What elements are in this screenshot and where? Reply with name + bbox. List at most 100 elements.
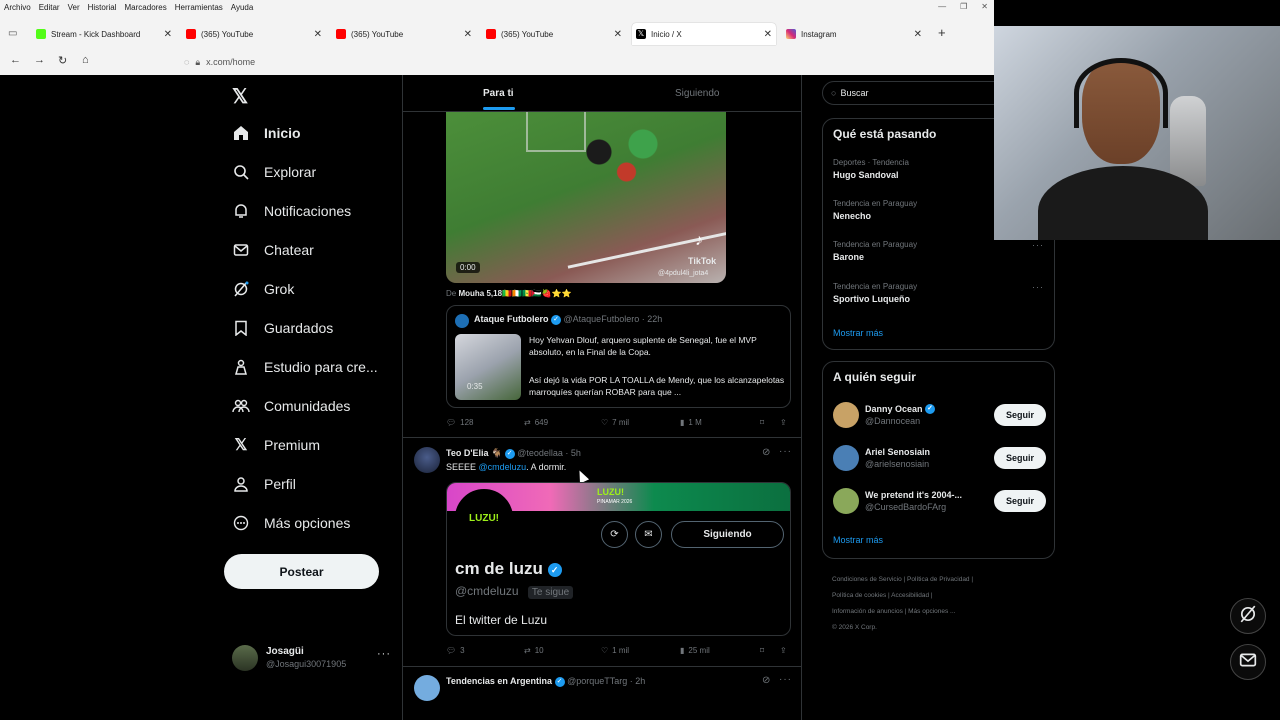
menu-ver[interactable]: Ver: [68, 3, 80, 12]
footer-link[interactable]: Condiciones de Servicio: [832, 576, 902, 583]
reply-button[interactable]: 💬︎ 3: [446, 646, 465, 655]
like-button[interactable]: ♡ 7 mil: [601, 418, 629, 427]
post-avatar[interactable]: [414, 447, 440, 473]
trend-item[interactable]: Deportes · Tendencia Hugo Sandoval: [833, 158, 909, 180]
tab-youtube-3[interactable]: (365) YouTube ✕: [482, 23, 626, 45]
menu-archivo[interactable]: Archivo: [4, 3, 31, 12]
post-author[interactable]: Tendencias en Argentina: [446, 676, 552, 686]
close-tab-icon[interactable]: ✕: [614, 29, 622, 40]
more-icon[interactable]: ···: [1032, 240, 1044, 250]
who-show-more-link[interactable]: Mostrar más: [833, 535, 883, 545]
nav-premium[interactable]: 𝕏 Premium: [232, 436, 320, 454]
tab-instagram[interactable]: Instagram ✕: [782, 23, 926, 45]
video-player[interactable]: 0:00 ♪ TikTok @4pdul4li_jota4: [446, 112, 726, 283]
post-time[interactable]: · 5h: [565, 448, 581, 458]
nav-comunidades[interactable]: Comunidades: [232, 397, 350, 415]
tab-youtube-1[interactable]: (365) YouTube ✕: [182, 23, 326, 45]
views-button[interactable]: ▮ 1 M: [680, 418, 702, 427]
bookmark-button[interactable]: ⌑: [760, 418, 764, 427]
share-button[interactable]: ⇪: [780, 418, 787, 427]
close-tab-icon[interactable]: ✕: [314, 29, 322, 40]
footer-link[interactable]: Política de Privacidad: [907, 576, 970, 583]
share-button[interactable]: ⇪: [780, 646, 787, 655]
close-tab-icon[interactable]: ✕: [164, 29, 172, 40]
more-icon[interactable]: ···: [779, 674, 792, 685]
tab-x-home[interactable]: 𝕏 Inicio / X ✕: [632, 23, 776, 45]
nav-perfil[interactable]: Perfil: [232, 475, 296, 493]
close-tab-icon[interactable]: ✕: [914, 29, 922, 40]
nav-mas-opciones[interactable]: Más opciones: [232, 514, 350, 532]
trend-item[interactable]: Tendencia en Paraguay Sportivo Luqueño: [833, 282, 917, 304]
message-button[interactable]: ✉: [635, 521, 662, 548]
post-author[interactable]: Teo D'Elia 🐐: [446, 448, 502, 458]
footer-link[interactable]: Política de cookies: [832, 592, 886, 599]
menu-editar[interactable]: Editar: [39, 3, 60, 12]
grok-fab[interactable]: [1230, 598, 1266, 634]
more-icon[interactable]: ···: [377, 648, 391, 660]
close-window-icon[interactable]: ✕: [981, 2, 988, 11]
tab-for-you[interactable]: Para ti: [483, 88, 514, 99]
home-icon[interactable]: ⌂: [82, 54, 89, 66]
quote-thumbnail[interactable]: 0:35: [455, 334, 521, 400]
follow-suggestion[interactable]: Ariel Senosiain @arielsenosiain Seguir: [833, 445, 1046, 471]
back-icon[interactable]: ←: [10, 54, 21, 66]
follow-button[interactable]: Seguir: [994, 404, 1046, 426]
footer-link[interactable]: Información de anuncios: [832, 608, 903, 615]
more-icon[interactable]: ···: [1032, 282, 1044, 292]
bookmark-button[interactable]: ⌑: [760, 646, 764, 655]
reload-icon[interactable]: ↻: [58, 54, 67, 67]
trend-item[interactable]: Tendencia en Paraguay Nenecho: [833, 199, 917, 221]
address-bar[interactable]: ◌ 🔒︎ x.com/home: [178, 53, 988, 71]
new-tab-icon[interactable]: +: [938, 25, 946, 40]
repost-button[interactable]: ⇄ 649: [524, 418, 548, 427]
profile-avatar[interactable]: LUZU!: [455, 489, 513, 547]
profile-card[interactable]: LUZU! PINAMAR 2026 LUZU! ⟳ ✉ Siguiendo c…: [446, 482, 791, 636]
show-more-link[interactable]: Mostrar más: [833, 328, 883, 338]
follow-button[interactable]: Seguir: [994, 447, 1046, 469]
grok-icon[interactable]: ⊘: [762, 447, 770, 458]
follow-suggestion[interactable]: Danny Ocean ✓ @Dannocean Seguir: [833, 402, 1046, 428]
following-button[interactable]: Siguiendo: [671, 521, 784, 548]
nav-grok[interactable]: Grok: [232, 280, 294, 298]
close-tab-icon[interactable]: ✕: [764, 29, 772, 40]
menu-historial[interactable]: Historial: [88, 3, 117, 12]
notify-button[interactable]: ⟳: [601, 521, 628, 548]
menu-herramientas[interactable]: Herramientas: [175, 3, 223, 12]
tab-following[interactable]: Siguiendo: [675, 88, 719, 99]
account-switcher[interactable]: Josagüi @Josagui30071905 ···: [232, 643, 397, 673]
footer-link[interactable]: Accesibilidad: [891, 592, 929, 599]
quoted-tweet[interactable]: Ataque Futbolero ✓ @AtaqueFutbolero · 22…: [446, 305, 791, 408]
post-handle[interactable]: @porqueTTarg: [567, 676, 627, 686]
nav-estudio[interactable]: Estudio para cre...: [232, 358, 378, 376]
post-button[interactable]: Postear: [224, 554, 379, 589]
menu-marcadores[interactable]: Marcadores: [125, 3, 167, 12]
post-handle[interactable]: @teodellaa: [517, 448, 563, 458]
x-logo-icon[interactable]: 𝕏: [232, 84, 248, 109]
trend-item[interactable]: Tendencia en Paraguay Barone: [833, 240, 917, 262]
repost-button[interactable]: ⇄ 10: [524, 646, 544, 655]
nav-explorar[interactable]: Explorar: [232, 163, 316, 181]
tab-kick[interactable]: Stream - Kick Dashboard ✕: [32, 23, 176, 45]
more-icon[interactable]: ···: [779, 446, 792, 457]
follow-suggestion[interactable]: We pretend it's 2004-... @CursedBardoFAr…: [833, 488, 1046, 514]
forward-icon[interactable]: →: [34, 54, 45, 66]
grok-icon[interactable]: ⊘: [762, 675, 770, 686]
like-button[interactable]: ♡ 1 mil: [601, 646, 629, 655]
tab-youtube-2[interactable]: (365) YouTube ✕: [332, 23, 476, 45]
footer-link[interactable]: Más opciones ...: [908, 608, 955, 615]
from-name[interactable]: Mouha 5,18🇲🇱🇨🇮🇸🇳🇵🇸🍓⭐⭐: [458, 289, 571, 298]
restore-icon[interactable]: ❐: [960, 2, 967, 11]
follow-button[interactable]: Seguir: [994, 490, 1046, 512]
post-avatar[interactable]: [414, 675, 440, 701]
minimize-icon[interactable]: —: [938, 2, 946, 11]
messages-fab[interactable]: [1230, 644, 1266, 680]
close-tab-icon[interactable]: ✕: [464, 29, 472, 40]
nav-inicio[interactable]: Inicio: [232, 124, 301, 142]
reply-button[interactable]: 💬︎ 128: [446, 418, 474, 427]
nav-guardados[interactable]: Guardados: [232, 319, 333, 337]
mention-link[interactable]: @cmdeluzu: [479, 462, 527, 472]
views-button[interactable]: ▮ 25 mil: [680, 646, 710, 655]
nav-notificaciones[interactable]: Notificaciones: [232, 202, 351, 220]
menu-ayuda[interactable]: Ayuda: [231, 3, 254, 12]
post-time[interactable]: · 2h: [630, 676, 646, 686]
